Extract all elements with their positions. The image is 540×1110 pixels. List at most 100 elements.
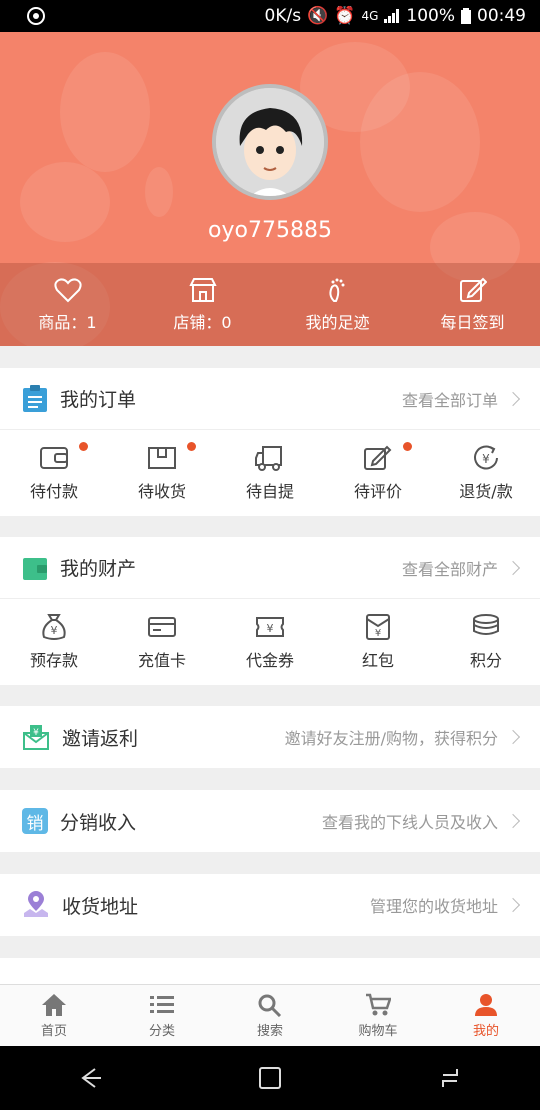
edit-icon bbox=[459, 277, 487, 302]
location-pin-icon bbox=[24, 891, 48, 917]
chevron-right-icon bbox=[505, 897, 521, 913]
profile-header: oyo775885 商品：1 店铺：0 我的足迹 每日签到 bbox=[0, 32, 540, 346]
stat-favorite-stores[interactable]: 店铺：0 bbox=[135, 263, 270, 346]
battery-level: 100% bbox=[406, 6, 455, 26]
distribution-title: 分销收入 bbox=[60, 811, 137, 834]
home-icon bbox=[42, 994, 66, 1016]
assets-title: 我的财产 bbox=[60, 558, 137, 580]
status-bar: 0K/s 🔇 ⏰ 4G 100% 00:49 bbox=[0, 0, 540, 32]
invite-title: 邀请返利 bbox=[62, 727, 139, 750]
search-icon bbox=[258, 994, 282, 1017]
username: oyo775885 bbox=[208, 218, 332, 243]
footprint-icon bbox=[328, 278, 344, 302]
stat-label: 商品：1 bbox=[38, 312, 97, 332]
net-speed: 0K/s bbox=[264, 6, 302, 26]
distribution-description: 查看我的下线人员及收入 bbox=[321, 809, 521, 833]
chevron-right-icon bbox=[505, 813, 521, 829]
home-button-icon[interactable] bbox=[255, 1063, 285, 1093]
cart-icon bbox=[366, 993, 391, 1016]
tab-label: 首页 bbox=[40, 1024, 67, 1039]
order-pending-receipt[interactable]: 待收货 bbox=[108, 430, 216, 516]
store-icon bbox=[188, 277, 217, 302]
wallet-icon bbox=[23, 557, 47, 580]
distribution-row[interactable]: 销 分销收入 查看我的下线人员及收入 bbox=[0, 790, 540, 852]
user-icon bbox=[475, 994, 497, 1016]
stat-label: 店铺：0 bbox=[173, 312, 232, 332]
asset-red-packet[interactable]: ¥ 红包 bbox=[324, 599, 432, 685]
stats-bar: 商品：1 店铺：0 我的足迹 每日签到 bbox=[0, 263, 540, 346]
invite-description-text: 邀请好友注册/购物，获得积分 bbox=[284, 729, 498, 748]
order-label: 待收货 bbox=[137, 482, 186, 501]
chevron-right-icon bbox=[505, 560, 521, 575]
clock: 00:49 bbox=[477, 6, 526, 26]
view-all-orders-link[interactable]: 查看全部订单 bbox=[401, 387, 521, 411]
stat-label: 每日签到 bbox=[440, 312, 505, 332]
order-pending-review[interactable]: 待评价 bbox=[324, 430, 432, 516]
view-all-assets-text: 查看全部财产 bbox=[401, 559, 498, 579]
order-refund[interactable]: ¥ 退货/款 bbox=[432, 430, 540, 516]
app-notification-icon bbox=[27, 7, 45, 25]
assets-grid: ¥ 预存款 充值卡 ¥ 代金券 ¥ 红包 积分 bbox=[0, 599, 540, 685]
bottom-tab-bar: 首页 分类 搜索 购物车 我的 bbox=[0, 984, 540, 1047]
tab-label: 购物车 bbox=[358, 1024, 398, 1039]
orders-grid: 待付款 待收货 待自提 待评价 ¥ 退货/款 bbox=[0, 430, 540, 516]
view-all-orders-text: 查看全部订单 bbox=[401, 390, 498, 410]
svg-text:¥: ¥ bbox=[51, 624, 58, 637]
heart-icon bbox=[53, 277, 82, 302]
alarm-icon: ⏰ bbox=[334, 6, 356, 26]
coins-icon bbox=[473, 614, 499, 635]
chevron-right-icon bbox=[505, 729, 521, 745]
network-type: 4G bbox=[361, 9, 379, 23]
tab-search[interactable]: 搜索 bbox=[216, 985, 324, 1047]
order-label: 待付款 bbox=[29, 482, 78, 501]
asset-voucher[interactable]: ¥ 代金券 bbox=[216, 599, 324, 685]
address-row[interactable]: 收货地址 管理您的收货地址 bbox=[0, 874, 540, 936]
order-pending-payment[interactable]: 待付款 bbox=[0, 430, 108, 516]
distribution-description-text: 查看我的下线人员及收入 bbox=[321, 813, 498, 832]
stat-favorite-goods[interactable]: 商品：1 bbox=[0, 263, 135, 346]
mute-icon: 🔇 bbox=[307, 6, 329, 26]
orders-header[interactable]: 我的订单 查看全部订单 bbox=[0, 368, 540, 430]
truck-icon bbox=[255, 446, 282, 471]
tab-label: 搜索 bbox=[256, 1024, 283, 1039]
address-description: 管理您的收货地址 bbox=[370, 893, 521, 917]
back-icon[interactable] bbox=[75, 1063, 105, 1093]
money-bag-icon: ¥ bbox=[42, 614, 66, 640]
next-row-partial bbox=[0, 958, 540, 984]
voucher-icon: ¥ bbox=[256, 617, 284, 637]
svg-text:¥: ¥ bbox=[33, 728, 39, 738]
recents-icon[interactable] bbox=[435, 1063, 465, 1093]
avatar[interactable] bbox=[212, 84, 328, 200]
tab-cart[interactable]: 购物车 bbox=[324, 985, 432, 1047]
tab-mine[interactable]: 我的 bbox=[432, 985, 540, 1047]
stat-label: 我的足迹 bbox=[305, 312, 370, 332]
distribution-icon: 销 bbox=[22, 808, 48, 834]
invite-icon: ¥ bbox=[23, 725, 49, 750]
card-icon bbox=[148, 617, 176, 637]
tab-label: 我的 bbox=[472, 1024, 499, 1039]
tab-home[interactable]: 首页 bbox=[0, 985, 108, 1047]
asset-label: 积分 bbox=[469, 651, 502, 670]
badge-dot bbox=[187, 442, 196, 451]
address-title: 收货地址 bbox=[62, 895, 139, 918]
badge-dot bbox=[79, 442, 88, 451]
stat-footprints[interactable]: 我的足迹 bbox=[270, 263, 405, 346]
svg-text:¥: ¥ bbox=[375, 628, 381, 639]
invite-row[interactable]: ¥ 邀请返利 邀请好友注册/购物，获得积分 bbox=[0, 706, 540, 768]
package-icon bbox=[148, 447, 176, 469]
asset-points[interactable]: 积分 bbox=[432, 599, 540, 685]
assets-card: 我的财产 查看全部财产 ¥ 预存款 充值卡 ¥ 代金券 ¥ 红包 积分 bbox=[0, 537, 540, 685]
view-all-assets-link[interactable]: 查看全部财产 bbox=[401, 556, 521, 580]
assets-header[interactable]: 我的财产 查看全部财产 bbox=[0, 537, 540, 599]
battery-icon bbox=[461, 8, 471, 24]
stat-daily-checkin[interactable]: 每日签到 bbox=[405, 263, 540, 346]
asset-prepaid[interactable]: ¥ 预存款 bbox=[0, 599, 108, 685]
asset-recharge-card[interactable]: 充值卡 bbox=[108, 599, 216, 685]
svg-text:¥: ¥ bbox=[267, 622, 274, 635]
order-pending-pickup[interactable]: 待自提 bbox=[216, 430, 324, 516]
order-label: 退货/款 bbox=[459, 482, 513, 501]
edit-icon bbox=[364, 445, 392, 470]
list-icon bbox=[150, 996, 174, 1013]
invite-description: 邀请好友注册/购物，获得积分 bbox=[284, 725, 521, 749]
tab-category[interactable]: 分类 bbox=[108, 985, 216, 1047]
